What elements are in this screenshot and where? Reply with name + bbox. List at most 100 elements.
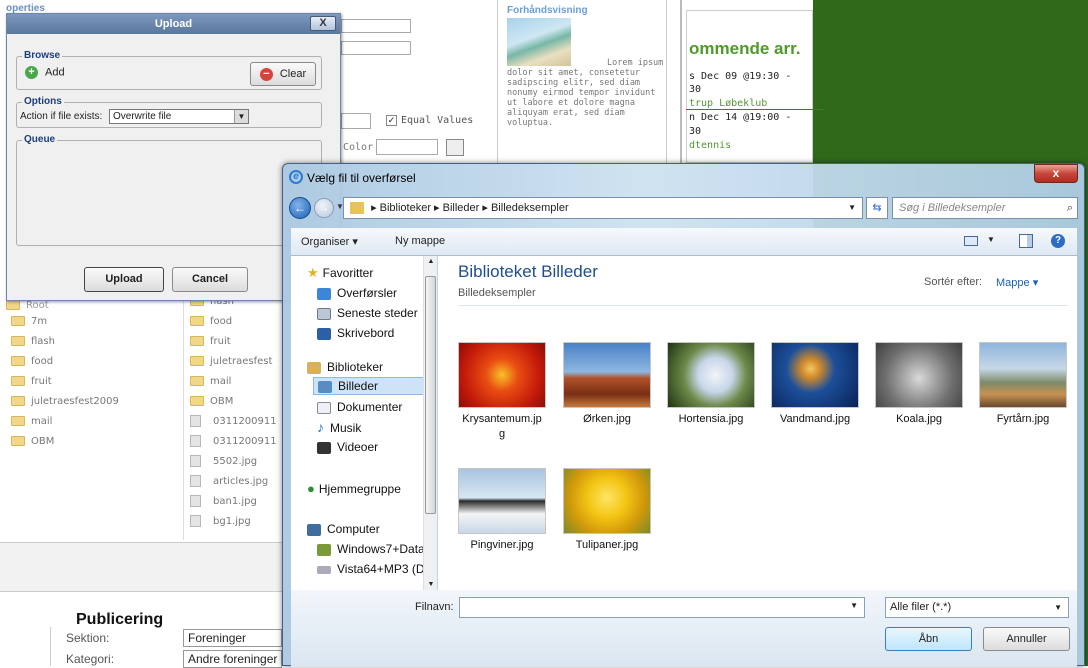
recent-places-icon xyxy=(317,307,331,320)
add-button[interactable]: + Add xyxy=(25,66,65,79)
right-item[interactable]: ban1.jpg xyxy=(190,492,257,512)
left-folder[interactable]: food xyxy=(11,352,53,372)
upload-titlebar[interactable]: Upload X xyxy=(7,14,340,34)
bg-input-2[interactable] xyxy=(341,41,411,55)
nav-drive-d[interactable]: Vista64+MP3 (D:) xyxy=(317,560,425,578)
clear-button[interactable]: − Clear xyxy=(250,62,316,86)
left-folder[interactable]: OBM xyxy=(11,432,54,452)
nav-scrollbar[interactable]: ▲ ▼ xyxy=(423,256,437,590)
sektion-select[interactable]: Foreninger xyxy=(183,629,282,647)
forward-button[interactable]: → xyxy=(314,198,334,218)
view-chevron-icon[interactable]: ▼ xyxy=(987,235,995,244)
nav-music[interactable]: ♪ Musik xyxy=(317,418,361,436)
right-item[interactable]: bg1.jpg xyxy=(190,512,251,532)
left-folder[interactable]: fruit xyxy=(11,372,52,392)
filetype-select[interactable]: Alle filer (*.*) ▼ xyxy=(885,597,1069,618)
folder-icon xyxy=(11,436,25,446)
file-name[interactable]: Ørken.jpg xyxy=(552,412,662,427)
nav-favorites[interactable]: ★ Favoritter xyxy=(307,264,373,282)
color-picker-button[interactable] xyxy=(446,139,464,156)
right-item[interactable]: 5502.jpg xyxy=(190,452,257,472)
nav-homegroup[interactable]: ● Hjemmegruppe xyxy=(307,480,401,498)
right-item[interactable]: OBM xyxy=(190,392,233,412)
open-button[interactable]: Åbn xyxy=(885,627,972,651)
action-select[interactable]: Overwrite file ▼ xyxy=(109,109,249,124)
nav-drive-c[interactable]: Windows7+Data xyxy=(317,540,425,558)
file-name[interactable]: Krysantemum.jp g xyxy=(447,412,557,442)
equal-values-checkbox[interactable]: ✓ xyxy=(386,115,397,126)
nav-videos[interactable]: Videoer xyxy=(317,438,378,456)
right-item[interactable]: food xyxy=(190,312,232,332)
filetype-dropdown-icon[interactable]: ▼ xyxy=(1054,598,1062,617)
help-icon[interactable]: ? xyxy=(1051,234,1065,248)
kategori-select[interactable]: Andre foreninger xyxy=(183,650,282,668)
filename-input[interactable]: ▼ xyxy=(459,597,865,618)
nav-downloads[interactable]: Overførsler xyxy=(317,284,397,302)
red-separator xyxy=(686,109,823,110)
filename-dropdown-icon[interactable]: ▼ xyxy=(850,601,858,610)
organize-button[interactable]: Organiser ▾ xyxy=(301,235,358,248)
bg-input-3[interactable] xyxy=(341,113,371,129)
file-name[interactable]: Pingviner.jpg xyxy=(447,538,557,553)
left-folder[interactable]: juletraesfest2009 xyxy=(11,392,119,412)
view-icon[interactable] xyxy=(964,236,978,246)
thumbnail-penguins[interactable] xyxy=(458,468,546,534)
right-item[interactable]: 0311200911 xyxy=(190,432,277,452)
thumbnail-tulips[interactable] xyxy=(563,468,651,534)
right-item[interactable]: articles.jpg xyxy=(190,472,268,492)
thumbnail-koala[interactable] xyxy=(875,342,963,408)
search-input[interactable]: Søg i Billedeksempler ⌕ xyxy=(892,197,1078,219)
cancel-button[interactable]: Cancel xyxy=(172,267,248,292)
search-icon[interactable]: ⌕ xyxy=(1067,198,1073,218)
folder-icon xyxy=(190,376,204,386)
nav-libraries[interactable]: Biblioteker xyxy=(307,358,383,376)
file-name[interactable]: Hortensia.jpg xyxy=(656,412,766,427)
preview-pane-icon[interactable] xyxy=(1019,234,1033,248)
color-input[interactable] xyxy=(376,139,438,155)
scroll-down-icon[interactable]: ▼ xyxy=(424,581,438,588)
right-item[interactable]: 0311200911 xyxy=(190,412,277,432)
close-button[interactable]: X xyxy=(310,16,336,31)
back-button[interactable]: ← xyxy=(289,197,311,219)
music-icon: ♪ xyxy=(317,419,324,435)
close-button[interactable]: x xyxy=(1034,164,1078,183)
queue-legend: Queue xyxy=(22,134,58,145)
nav-desktop[interactable]: Skrivebord xyxy=(317,324,394,342)
address-dropdown-icon[interactable]: ▼ xyxy=(848,198,856,218)
right-item[interactable]: juletraesfest xyxy=(190,352,272,372)
nav-documents[interactable]: Dokumenter xyxy=(317,398,402,416)
event-link-1[interactable]: trup Løbeklub xyxy=(689,98,767,109)
left-folder[interactable]: flash xyxy=(11,332,55,352)
thumbnail-jellyfish[interactable] xyxy=(771,342,859,408)
right-item[interactable]: mail xyxy=(190,372,231,392)
breadcrumb-item[interactable]: Billedeksempler xyxy=(491,202,569,214)
nav-pictures[interactable]: Billeder xyxy=(313,377,429,395)
address-bar[interactable]: ▸ Biblioteker ▸ Billeder ▸ Billedeksempl… xyxy=(343,197,863,219)
sort-dropdown[interactable]: Mappe ▾ xyxy=(996,276,1038,289)
upload-button[interactable]: Upload xyxy=(84,267,164,292)
thumbnail-lighthouse[interactable] xyxy=(979,342,1067,408)
left-folder[interactable]: mail xyxy=(11,412,52,432)
right-item[interactable]: fruit xyxy=(190,332,231,352)
breadcrumb-item[interactable]: Billeder xyxy=(443,202,480,214)
breadcrumb-item[interactable]: Biblioteker xyxy=(380,202,431,214)
scroll-up-icon[interactable]: ▲ xyxy=(424,258,438,265)
nav-computer[interactable]: Computer xyxy=(307,520,380,538)
cancel-button[interactable]: Annuller xyxy=(983,627,1070,651)
new-folder-button[interactable]: Ny mappe xyxy=(395,235,445,247)
bg-input-1[interactable] xyxy=(341,19,411,33)
file-name[interactable]: Fyrtårn.jpg xyxy=(968,412,1078,427)
desktop-icon xyxy=(317,327,331,340)
left-folder[interactable]: 7m xyxy=(11,312,47,332)
nav-recent[interactable]: Seneste steder xyxy=(317,304,418,322)
thumbnail-desert[interactable] xyxy=(563,342,651,408)
file-name[interactable]: Tulipaner.jpg xyxy=(552,538,662,553)
event-link-2[interactable]: dtennis xyxy=(689,140,731,151)
thumbnail-hydrangea[interactable] xyxy=(667,342,755,408)
file-name[interactable]: Koala.jpg xyxy=(864,412,974,427)
file-name[interactable]: Vandmand.jpg xyxy=(760,412,870,427)
refresh-button[interactable]: ⇆ xyxy=(866,197,888,219)
thumbnail-chrysanthemum[interactable] xyxy=(458,342,546,408)
scroll-thumb[interactable] xyxy=(425,276,436,514)
browse-legend: Browse xyxy=(22,50,63,61)
